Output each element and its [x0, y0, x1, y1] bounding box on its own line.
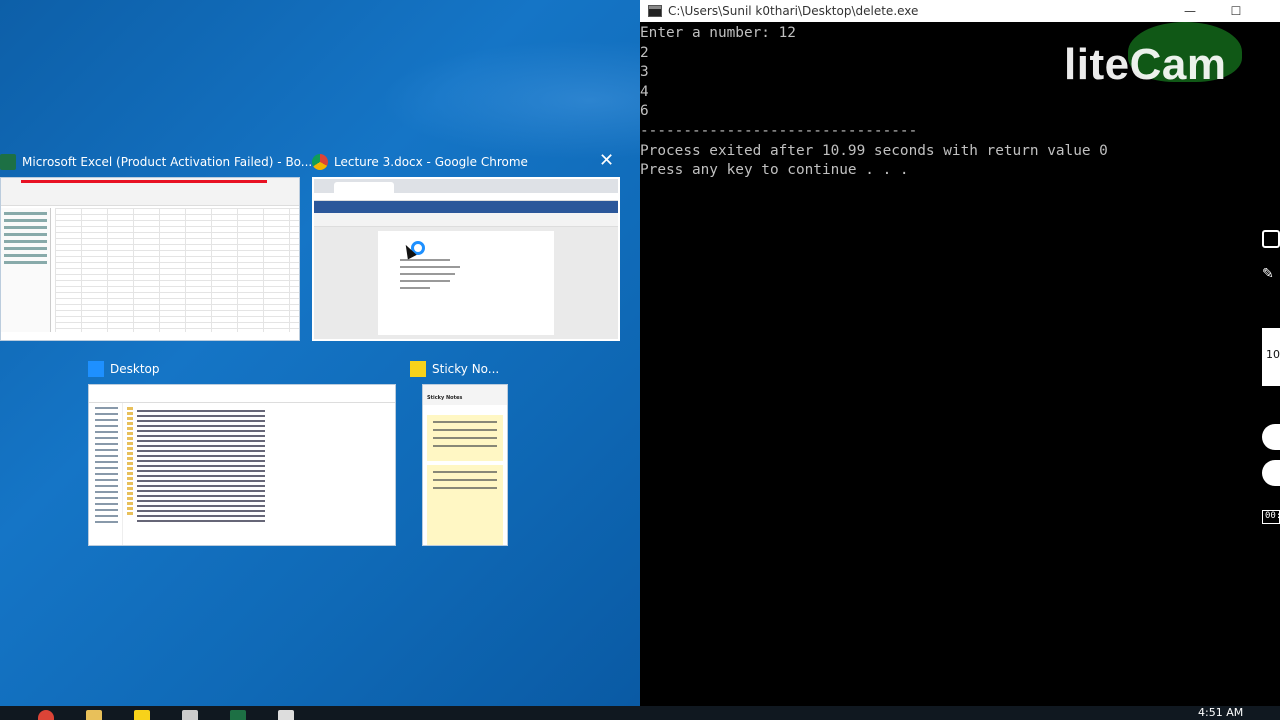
explorer-taskbar-icon[interactable] — [86, 710, 102, 720]
console-taskbar-icon[interactable] — [278, 710, 294, 720]
chrome-taskbar-icon[interactable] — [38, 710, 54, 720]
folder-icons — [127, 407, 133, 515]
sticky-notes-icon — [410, 361, 426, 377]
activation-bar — [21, 180, 267, 183]
close-icon[interactable]: ✕ — [599, 152, 614, 170]
excel-thumbnail[interactable] — [0, 177, 300, 341]
snap-tile-desktop[interactable]: Desktop — [88, 358, 398, 548]
word-ribbon — [314, 201, 618, 213]
maximize-button[interactable]: ☐ — [1216, 0, 1256, 22]
word-toolbar — [314, 213, 618, 227]
camera-icon[interactable] — [1262, 230, 1280, 248]
console-line: 6 — [640, 103, 649, 120]
snap-tile-title: Microsoft Excel (Product Activation Fail… — [22, 155, 313, 169]
taskbar: 4:51 AM — [0, 706, 1280, 720]
sticky-note — [427, 465, 503, 545]
console-window[interactable]: C:\Users\Sunil k0thari\Desktop\delete.ex… — [640, 0, 1280, 706]
chrome-tabbar — [314, 179, 618, 193]
snap-tile-excel[interactable]: Microsoft Excel (Product Activation Fail… — [0, 151, 312, 343]
console-line: Press any key to continue . . . — [640, 162, 909, 179]
excel-icon — [0, 154, 16, 170]
snap-tile-header: Sticky No... — [410, 358, 510, 380]
sticky-note — [427, 415, 503, 461]
zoom-level[interactable]: 10 — [1262, 328, 1280, 386]
explorer-thumbnail[interactable] — [88, 384, 396, 546]
explorer-nav — [89, 403, 123, 545]
excel-side-pane — [1, 208, 51, 332]
desktop-glow — [380, 40, 640, 160]
explorer-file-list — [137, 407, 265, 535]
console-title: C:\Users\Sunil k0thari\Desktop\delete.ex… — [668, 4, 919, 18]
app-taskbar-icon[interactable] — [182, 710, 198, 720]
sticky-notes-taskbar-icon[interactable] — [134, 710, 150, 720]
desktop-icon — [88, 361, 104, 377]
minimize-button[interactable]: — — [1170, 0, 1210, 22]
sticky-notes-thumbnail[interactable]: Sticky Notes — [422, 384, 508, 546]
chrome-addressbar — [314, 193, 618, 201]
excel-ribbon — [1, 178, 299, 206]
snap-tile-title: Lecture 3.docx - Google Chrome — [334, 155, 528, 169]
excel-grid — [55, 208, 299, 332]
chrome-thumbnail[interactable] — [312, 177, 620, 341]
snap-tile-title: Sticky No... — [432, 362, 500, 376]
snap-tile-sticky-notes[interactable]: Sticky No... Sticky Notes — [410, 358, 510, 548]
watermark-logo: liteCam — [1064, 40, 1227, 89]
excel-taskbar-icon[interactable] — [230, 710, 246, 720]
pen-icon[interactable]: ✎ — [1262, 266, 1280, 286]
snap-tile-chrome[interactable]: Lecture 3.docx - Google Chrome ✕ — [312, 151, 622, 343]
console-titlebar[interactable]: C:\Users\Sunil k0thari\Desktop\delete.ex… — [640, 0, 1280, 22]
chrome-icon — [312, 154, 328, 170]
taskbar-clock[interactable]: 4:51 AM — [1198, 706, 1243, 719]
word-canvas — [314, 227, 618, 339]
snap-tile-header: Lecture 3.docx - Google Chrome — [312, 151, 572, 173]
snap-tile-header: Microsoft Excel (Product Activation Fail… — [0, 151, 312, 173]
sticky-notes-title: Sticky Notes — [427, 395, 463, 401]
console-separator: -------------------------------- — [640, 122, 918, 139]
console-app-icon — [648, 5, 662, 17]
snap-tile-title: Desktop — [110, 362, 160, 376]
snap-assist-area: Microsoft Excel (Product Activation Fail… — [0, 0, 640, 706]
recording-timer: 00:04 — [1262, 510, 1280, 524]
console-line: Process exited after 10.99 seconds with … — [640, 142, 1108, 159]
explorer-ribbon — [89, 385, 395, 403]
snap-tile-header: Desktop — [88, 358, 288, 380]
